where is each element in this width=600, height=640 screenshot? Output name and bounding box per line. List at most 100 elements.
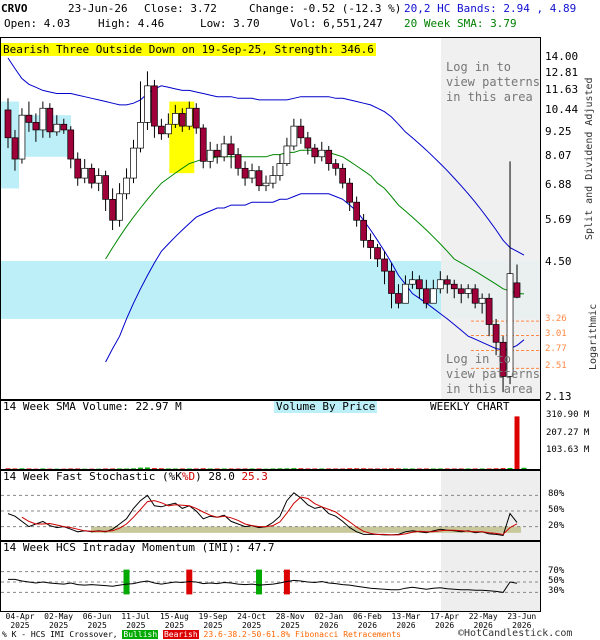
login-prompt-bottom[interactable]: Log in to view patterns in this area bbox=[446, 352, 540, 397]
candle-bullish bbox=[206, 149, 214, 162]
footer-copyright[interactable]: ©HotCandlestick.com bbox=[458, 628, 572, 639]
candle-bullish bbox=[53, 123, 61, 133]
candle-bearish bbox=[304, 137, 312, 149]
x-axis-label-line: 13-Mar bbox=[391, 612, 421, 621]
volume-y-tick: 207.27 M bbox=[546, 427, 590, 438]
x-axis-label-line: 19-Sep bbox=[198, 612, 228, 621]
volume-bar bbox=[131, 468, 137, 469]
candle-bearish bbox=[25, 114, 33, 123]
volume-bar bbox=[221, 468, 227, 469]
candle-bullish bbox=[464, 288, 472, 294]
oversold-zone bbox=[91, 526, 521, 533]
volume-bar bbox=[144, 467, 150, 469]
x-axis-label: 15-Aug 2025 bbox=[154, 612, 194, 630]
price-y-tick: 6.88 bbox=[545, 178, 572, 192]
header-low: Low: 3.70 bbox=[200, 17, 260, 30]
volume-bar bbox=[423, 468, 429, 469]
x-axis-label-line: 02-May bbox=[44, 612, 74, 621]
volume-bar bbox=[430, 468, 436, 469]
x-axis-label-line: 28-Nov bbox=[275, 612, 305, 621]
stoch-y-tick: 80% bbox=[548, 489, 565, 500]
volume-bar bbox=[228, 468, 234, 469]
volume-bar bbox=[375, 468, 381, 469]
stoch-d-value: 25.3 bbox=[241, 470, 268, 483]
login-prompt-top[interactable]: Log in to view patterns in this area bbox=[446, 60, 540, 105]
volume-bar bbox=[40, 468, 46, 469]
candle-bullish bbox=[81, 167, 89, 179]
candle-bearish bbox=[151, 85, 158, 127]
candle-bullish bbox=[402, 283, 409, 304]
volume-y-tick: 310.90 M bbox=[546, 410, 590, 421]
volume-bar bbox=[249, 468, 255, 469]
volume-bar bbox=[354, 468, 360, 469]
header-change: Change: -0.52 (-12.3 %) bbox=[249, 2, 402, 15]
x-axis-label-line: 11-Jul bbox=[121, 612, 151, 621]
x-axis-label: 28-Nov 2025 bbox=[270, 612, 310, 630]
candle-bullish bbox=[478, 297, 486, 304]
volume-bar bbox=[493, 468, 499, 469]
volume-bar bbox=[158, 468, 164, 469]
candle-bearish bbox=[381, 258, 388, 272]
x-axis-label: 24-Oct 2025 bbox=[232, 612, 272, 630]
candle-bearish bbox=[450, 283, 458, 290]
volume-bar bbox=[179, 468, 185, 469]
volume-bar bbox=[291, 468, 297, 469]
vbp-label: Volume By Price bbox=[274, 400, 378, 413]
volume-bar bbox=[137, 467, 143, 469]
volume-bar bbox=[319, 468, 325, 469]
x-axis-label: 13-Mar 2026 bbox=[386, 612, 426, 630]
candle-bullish bbox=[276, 163, 284, 176]
candle-bullish bbox=[436, 279, 444, 290]
x-axis-label: 04-Apr 2025 bbox=[0, 612, 40, 630]
login-overlay bbox=[441, 542, 540, 611]
imi-label: 14 Week HCS Intraday Momentum (IMI): 47.… bbox=[3, 541, 275, 554]
pattern-banner[interactable]: Bearish Three Outside Down on 19-Sep-25,… bbox=[1, 43, 376, 56]
volume-bar bbox=[340, 468, 346, 469]
footer-bearish: Bearish bbox=[162, 630, 199, 639]
candle-bearish bbox=[88, 167, 96, 184]
candle-bearish bbox=[416, 279, 423, 290]
candle-bullish bbox=[123, 177, 130, 195]
volume-bar bbox=[242, 468, 248, 469]
header-date: 23-Jun-26 bbox=[68, 2, 128, 15]
candle-bearish bbox=[255, 170, 263, 187]
header-sma: 20 Week SMA: 3.79 bbox=[404, 17, 517, 30]
volume-bar bbox=[444, 468, 450, 469]
candle-bearish bbox=[346, 182, 354, 203]
price-y-tick: 9.25 bbox=[545, 124, 572, 138]
candle-bearish bbox=[339, 167, 347, 184]
volume-bar bbox=[326, 468, 332, 469]
volume-bar bbox=[333, 468, 339, 469]
bullish-crossover-marker bbox=[123, 569, 130, 595]
volume-bar bbox=[151, 468, 157, 469]
candle-bearish bbox=[423, 288, 430, 304]
volume-bar bbox=[256, 468, 262, 469]
x-axis-label-line: 2026 bbox=[319, 621, 339, 630]
volume-bar bbox=[298, 468, 304, 469]
candle-bearish bbox=[360, 219, 367, 241]
x-axis-label-line: 22-May bbox=[468, 612, 498, 621]
candle-bearish bbox=[297, 125, 305, 139]
candle-bullish bbox=[171, 113, 179, 125]
x-axis-label-line: 04-Apr bbox=[5, 612, 35, 621]
price-y-tick: 11.63 bbox=[545, 83, 579, 97]
price-y-tick: 2.51 bbox=[545, 361, 567, 372]
x-axis-label-line: 2025 bbox=[10, 621, 30, 630]
candle-bullish bbox=[290, 125, 298, 147]
candle-bullish bbox=[116, 193, 123, 221]
candle-bearish bbox=[311, 147, 319, 158]
price-y-tick: 10.44 bbox=[545, 102, 579, 116]
x-axis-label: 06-Jun 2025 bbox=[77, 612, 117, 630]
volume-bar bbox=[214, 468, 220, 469]
candle-bullish bbox=[165, 123, 172, 135]
candle-bearish bbox=[227, 143, 235, 155]
candle-bullish bbox=[269, 175, 277, 184]
price-y-tick: 5.69 bbox=[545, 212, 572, 226]
volume-bar bbox=[437, 468, 443, 469]
volume-bar bbox=[193, 468, 199, 469]
volume-bar bbox=[277, 468, 283, 469]
candle-bullish bbox=[429, 288, 437, 304]
candle-bearish bbox=[60, 123, 68, 131]
volume-bar bbox=[235, 468, 241, 469]
login-prompt-line: Log in to bbox=[446, 60, 512, 74]
